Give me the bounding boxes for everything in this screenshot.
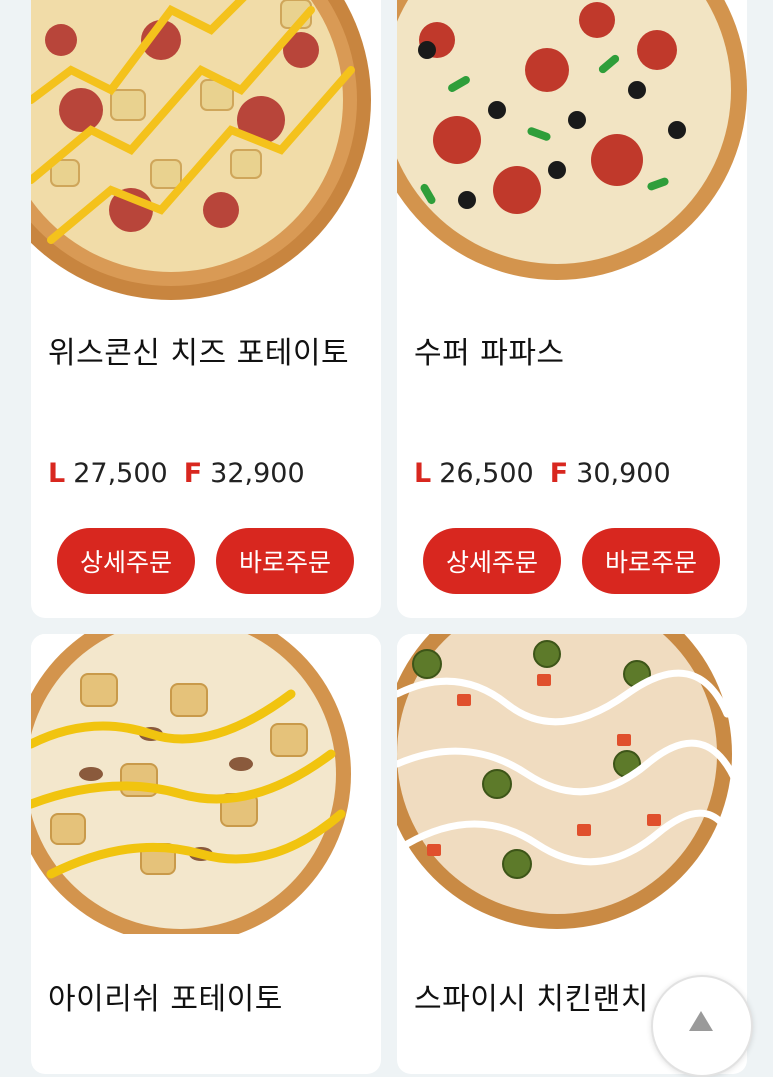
detail-order-button[interactable]: 상세주문 bbox=[423, 528, 561, 594]
size-family-tag: F bbox=[183, 458, 203, 489]
menu-card-wisconsin-cheese-potato[interactable]: 위스콘신 치즈 포테이토 L 27,500 F 32,900 상세주문 바로주문 bbox=[31, 0, 381, 618]
scroll-to-top-button[interactable] bbox=[651, 975, 753, 1077]
price-row: L 26,500 F 30,900 bbox=[414, 458, 687, 489]
pizza-image-super-papas[interactable] bbox=[397, 0, 747, 310]
direct-order-button[interactable]: 바로주문 bbox=[216, 528, 354, 594]
size-large-tag: L bbox=[414, 458, 432, 489]
menu-item-name: 위스콘신 치즈 포테이토 bbox=[48, 336, 350, 371]
price-row: L 27,500 F 32,900 bbox=[48, 458, 321, 489]
menu-item-name: 아이리쉬 포테이토 bbox=[48, 982, 283, 1017]
price-family: 32,900 bbox=[210, 458, 305, 489]
size-large-tag: L bbox=[48, 458, 66, 489]
price-large: 26,500 bbox=[439, 458, 534, 489]
price-family: 30,900 bbox=[576, 458, 671, 489]
menu-card-super-papas[interactable]: 수퍼 파파스 L 26,500 F 30,900 상세주문 바로주문 bbox=[397, 0, 747, 618]
pizza-image-wisconsin-cheese-potato[interactable] bbox=[31, 0, 381, 310]
pizza-image-irish-potato[interactable] bbox=[31, 634, 381, 934]
menu-card-irish-potato[interactable]: 아이리쉬 포테이토 bbox=[31, 634, 381, 1074]
menu-item-name: 수퍼 파파스 bbox=[414, 336, 565, 371]
detail-order-button[interactable]: 상세주문 bbox=[57, 528, 195, 594]
direct-order-button[interactable]: 바로주문 bbox=[582, 528, 720, 594]
size-family-tag: F bbox=[549, 458, 569, 489]
triangle-up-icon bbox=[689, 1011, 713, 1031]
pizza-image-spicy-chicken-ranch[interactable] bbox=[397, 634, 747, 934]
price-large: 27,500 bbox=[73, 458, 168, 489]
